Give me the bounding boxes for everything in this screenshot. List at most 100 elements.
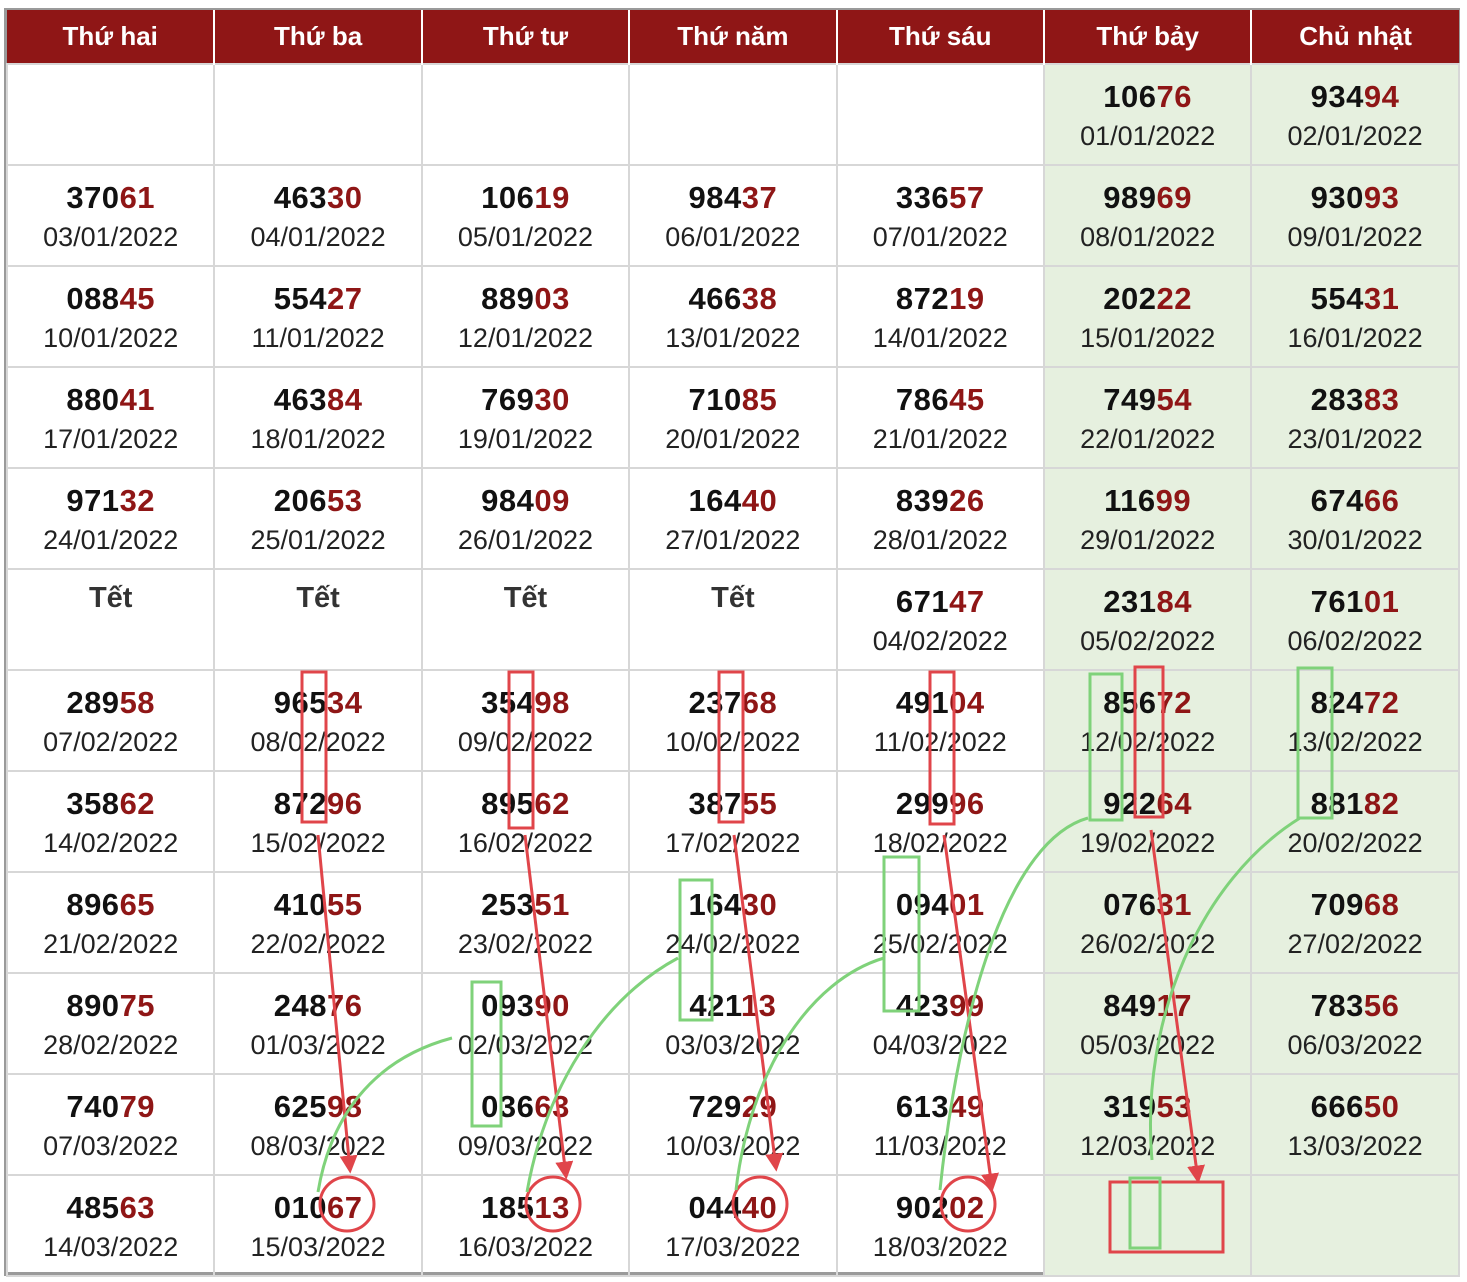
day-cell: 66650 13/03/2022 — [1250, 1073, 1460, 1176]
number-tail-digits: 94 — [1363, 79, 1400, 114]
number-tail-digits: 96 — [326, 786, 363, 821]
result-number: 84917 — [1045, 988, 1250, 1024]
number-tail-digits: 61 — [119, 180, 156, 215]
number-tail-digits: 30 — [534, 382, 570, 417]
number-head-digits: 880 — [66, 382, 120, 417]
result-date: 04/02/2022 — [872, 626, 1008, 656]
number-tail-digits: 31 — [1156, 887, 1192, 922]
result-date: 09/01/2022 — [1287, 222, 1423, 252]
number-head-digits: 872 — [273, 786, 327, 821]
day-cell: 70968 27/02/2022 — [1250, 871, 1460, 974]
number-head-digits: 283 — [1310, 382, 1364, 417]
number-tail-digits: 29 — [741, 1089, 778, 1124]
result-number: 88903 — [423, 281, 628, 317]
result-number: 67147 — [838, 584, 1043, 620]
number-tail-digits: 27 — [326, 281, 363, 316]
day-cell: 92264 19/02/2022 — [1042, 770, 1253, 873]
number-tail-digits: 55 — [326, 887, 363, 922]
number-head-digits: 709 — [1310, 887, 1364, 922]
day-cell: 41055 22/02/2022 — [213, 871, 423, 974]
result-date: 10/01/2022 — [43, 323, 179, 353]
holiday-label: Tết — [88, 582, 133, 614]
result-number: 61349 — [838, 1089, 1043, 1125]
result-number: 28958 — [8, 685, 213, 721]
number-head-digits: 856 — [1103, 685, 1157, 720]
result-date: 22/02/2022 — [250, 929, 386, 959]
result-date: 17/01/2022 — [43, 424, 179, 454]
result-date: 07/03/2022 — [43, 1131, 179, 1161]
result-date: 01/03/2022 — [250, 1030, 386, 1060]
result-number: 72929 — [630, 1089, 835, 1125]
result-number: 10676 — [1045, 79, 1250, 115]
number-tail-digits: 40 — [741, 1190, 778, 1225]
number-head-digits: 890 — [66, 988, 120, 1023]
result-number: 42399 — [838, 988, 1043, 1024]
result-number: 87296 — [215, 786, 420, 822]
day-cell: 67147 04/02/2022 — [835, 568, 1045, 671]
day-cell: Tết — [213, 568, 423, 671]
day-cell: 89665 21/02/2022 — [5, 871, 216, 974]
day-cell: 49104 11/02/2022 — [835, 669, 1045, 772]
result-date: 21/01/2022 — [872, 424, 1008, 454]
number-head-digits: 164 — [688, 483, 742, 518]
number-head-digits: 036 — [481, 1089, 535, 1124]
header-wednesday: Thứ tư — [421, 10, 631, 64]
result-number: 62598 — [215, 1089, 420, 1125]
result-date: 15/03/2022 — [250, 1232, 386, 1262]
number-tail-digits: 38 — [741, 281, 778, 316]
day-cell: 10676 01/01/2022 — [1042, 63, 1253, 166]
day-cell: 88041 17/01/2022 — [5, 366, 216, 469]
result-number: 46330 — [215, 180, 420, 216]
number-tail-digits: 09 — [534, 483, 570, 518]
day-cell: 46384 18/01/2022 — [213, 366, 423, 469]
number-tail-digits: 01 — [1363, 584, 1400, 619]
result-number: 88041 — [8, 382, 213, 418]
number-head-digits: 010 — [273, 1190, 327, 1225]
day-cell: 35498 09/02/2022 — [420, 669, 631, 772]
number-tail-digits: 75 — [119, 988, 156, 1023]
number-tail-digits: 03 — [534, 281, 570, 316]
day-cell: 31953 12/03/2022 — [1042, 1073, 1253, 1176]
number-tail-digits: 72 — [1156, 685, 1192, 720]
number-tail-digits: 72 — [1363, 685, 1400, 720]
result-date: 07/02/2022 — [43, 727, 179, 757]
number-tail-digits: 96 — [949, 786, 985, 821]
number-tail-digits: 62 — [534, 786, 570, 821]
day-cell: 90202 18/03/2022 — [835, 1174, 1045, 1277]
day-cell: 97132 24/01/2022 — [5, 467, 216, 570]
result-date: 25/02/2022 — [872, 929, 1008, 959]
day-cell: 48563 14/03/2022 — [5, 1174, 216, 1277]
number-head-digits: 881 — [1310, 786, 1364, 821]
day-cell: 20222 15/01/2022 — [1042, 265, 1253, 368]
day-cell: 93494 02/01/2022 — [1250, 63, 1460, 166]
holiday-label: Tết — [296, 582, 340, 614]
number-tail-digits: 63 — [119, 1190, 156, 1225]
day-cell: 01067 15/03/2022 — [213, 1174, 423, 1277]
number-head-digits: 769 — [481, 382, 535, 417]
result-date: 15/01/2022 — [1080, 323, 1216, 353]
result-date: 20/01/2022 — [665, 424, 801, 454]
number-head-digits: 671 — [895, 584, 950, 619]
day-cell: 24876 01/03/2022 — [213, 972, 423, 1075]
day-cell — [835, 63, 1045, 166]
result-number: 66650 — [1252, 1089, 1457, 1125]
result-number: 42113 — [630, 988, 835, 1024]
result-number: 09401 — [838, 887, 1043, 923]
number-tail-digits: 40 — [741, 483, 778, 518]
day-cell: 18513 16/03/2022 — [420, 1174, 631, 1277]
day-cell: 78356 06/03/2022 — [1250, 972, 1460, 1075]
number-tail-digits: 64 — [1156, 786, 1192, 821]
header-friday: Thứ sáu — [836, 10, 1045, 64]
header-monday: Thứ hai — [7, 10, 216, 64]
number-tail-digits: 19 — [949, 281, 985, 316]
day-cell: 83926 28/01/2022 — [835, 467, 1045, 570]
result-number: 46384 — [215, 382, 420, 418]
result-date: 05/01/2022 — [457, 222, 594, 252]
number-head-digits: 463 — [273, 180, 327, 215]
number-head-digits: 421 — [689, 988, 741, 1023]
header-row: Thứ hai Thứ ba Thứ tư Thứ năm Thứ sáu Th… — [7, 10, 1459, 64]
day-cell: 74954 22/01/2022 — [1042, 366, 1253, 469]
result-date: 18/01/2022 — [250, 424, 386, 454]
header-sunday: Chủ nhật — [1251, 10, 1459, 64]
number-head-digits: 299 — [895, 786, 950, 821]
